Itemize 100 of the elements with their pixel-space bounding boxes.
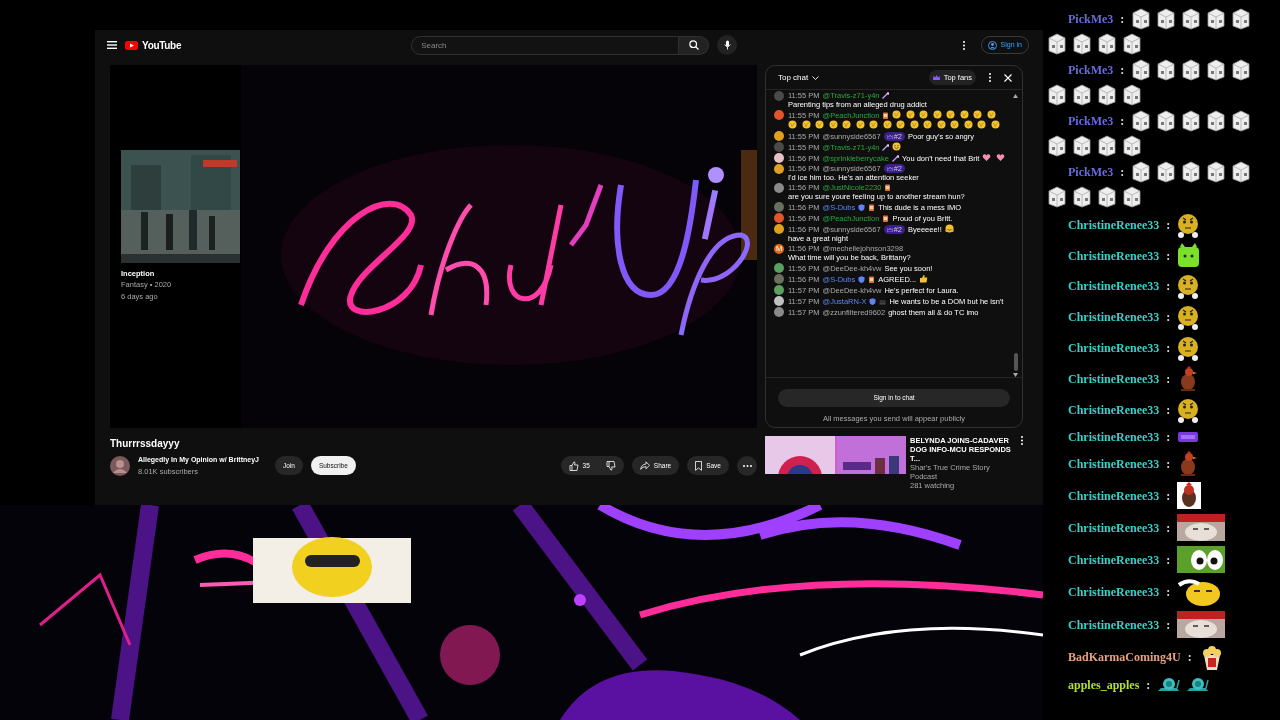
smiley-icon: [1177, 397, 1200, 423]
clapping-hands-icon: [963, 120, 973, 129]
user-avatar[interactable]: [774, 285, 784, 295]
cup-icon: [882, 111, 890, 119]
username: BadKarmaComing4U: [1068, 650, 1181, 664]
separator: :: [1166, 551, 1171, 569]
separator: :: [1187, 649, 1192, 666]
user-avatar[interactable]: [774, 153, 784, 163]
separator: :: [1166, 371, 1171, 388]
mic-button[interactable]: [717, 35, 738, 55]
username: PickMe3: [1068, 12, 1114, 26]
shield-icon: [858, 203, 866, 211]
play-logo-icon[interactable]: [125, 40, 138, 50]
clapping-hands-icon: [855, 120, 865, 129]
cup-icon: [884, 184, 892, 191]
separator: :: [1166, 309, 1171, 326]
dice-icon: [1181, 161, 1202, 183]
search-field[interactable]: Search: [411, 35, 680, 55]
clapping-hands-icon: [990, 120, 1000, 129]
scrollbar-thumb[interactable]: [1014, 352, 1018, 371]
separator: :: [1166, 429, 1171, 446]
separator: :: [1166, 519, 1171, 537]
cat-face-icon: [1177, 514, 1226, 541]
logo-text[interactable]: YouTube: [142, 37, 182, 53]
user-avatar[interactable]: [774, 164, 784, 174]
dice-icon: [1097, 33, 1117, 55]
user-avatar[interactable]: [774, 183, 784, 193]
wand-icon: [882, 92, 890, 99]
username: ChristineRenee33: [1068, 403, 1160, 417]
user-avatar[interactable]: [774, 307, 784, 317]
chat-mode-dropdown[interactable]: Top chat: [778, 71, 820, 84]
search-button[interactable]: [679, 35, 710, 55]
separator: :: [1166, 217, 1171, 234]
rooster-icon: [1177, 482, 1202, 509]
dice-icon: [1072, 33, 1092, 55]
username: ChristineRenee33: [1068, 310, 1160, 324]
dice-icon: [1231, 110, 1252, 132]
user-avatar[interactable]: [774, 296, 784, 306]
username: ChristineRenee33: [1068, 372, 1160, 386]
dice-icon: [1097, 84, 1117, 106]
clapping-hands-icon: [946, 110, 956, 119]
more-button[interactable]: [737, 455, 757, 476]
separator: :: [1120, 113, 1125, 130]
username: ChristineRenee33: [1068, 457, 1160, 471]
clapping-hands-icon: [986, 110, 996, 119]
share-icon: [639, 461, 650, 471]
separator: :: [1166, 616, 1171, 634]
clapping-hands-icon: [950, 120, 959, 129]
username: ChristineRenee33: [1068, 218, 1160, 232]
user-avatar[interactable]: [774, 131, 784, 141]
clapping-hands-icon: [828, 120, 838, 129]
dice-icon: [1156, 8, 1177, 30]
crown-icon: [886, 167, 893, 171]
dice-icon: [1131, 161, 1152, 183]
hugging-face-icon: [944, 224, 954, 233]
crown-icon: [886, 227, 893, 232]
clapping-hands-icon: [919, 110, 929, 119]
dice-icon: [1231, 59, 1252, 81]
clapping-hands-icon: [842, 120, 851, 129]
clapping-hands-icon: [788, 120, 797, 129]
search-icon: [688, 40, 699, 50]
separator: :: [1146, 677, 1151, 694]
dice-icon: [1097, 186, 1117, 208]
username: ChristineRenee33: [1068, 430, 1160, 444]
dice-icon: [1206, 59, 1227, 81]
close-icon[interactable]: [1004, 73, 1012, 82]
smiley-icon: [892, 142, 902, 151]
snail-icon: [1186, 677, 1211, 693]
user-avatar[interactable]: [774, 110, 784, 120]
clapping-hands-icon: [977, 120, 986, 129]
separator: :: [1120, 11, 1125, 28]
user-avatar[interactable]: [774, 263, 784, 273]
menu-icon[interactable]: [107, 41, 117, 49]
sticker-icon: [1177, 430, 1200, 444]
dice-icon: [1131, 8, 1152, 30]
user-avatar[interactable]: [774, 213, 784, 223]
dice-icon: [1072, 84, 1092, 106]
shield-icon: [858, 275, 866, 283]
dice-icon: [1231, 8, 1252, 30]
dice-icon: [1156, 110, 1177, 132]
dice-icon: [1181, 8, 1202, 30]
bookmark-icon: [695, 460, 703, 471]
username: apples_apples: [1068, 678, 1140, 692]
scroll-up-icon[interactable]: [1013, 94, 1018, 98]
cat-icon: [1177, 243, 1201, 268]
channel-avatar[interactable]: [110, 455, 130, 476]
separator: :: [1166, 456, 1171, 473]
separator: :: [1166, 584, 1171, 601]
user-avatar[interactable]: [774, 224, 784, 234]
dice-icon: [1156, 161, 1177, 183]
dice-icon: [1156, 59, 1177, 81]
smiley-icon: [1177, 578, 1223, 606]
separator: :: [1166, 278, 1171, 295]
cup-icon: [868, 203, 876, 211]
snail-icon: [1157, 677, 1182, 693]
frog-eyes-icon: [1177, 546, 1226, 573]
more-icon[interactable]: [962, 40, 965, 50]
dice-icon: [1047, 84, 1067, 106]
clapping-hands-icon: [896, 120, 905, 129]
dice-icon: [1097, 135, 1117, 157]
